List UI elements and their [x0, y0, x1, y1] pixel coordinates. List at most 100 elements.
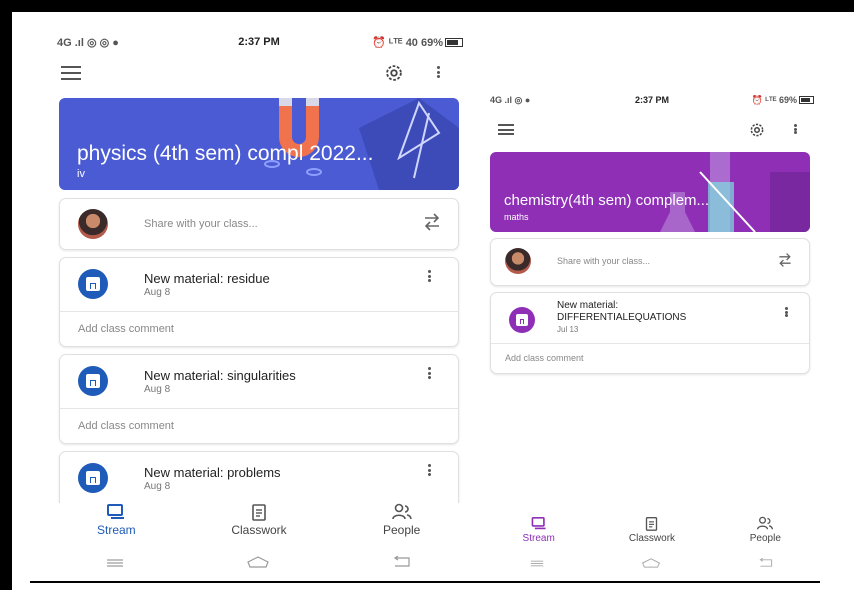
home-button[interactable]	[246, 555, 270, 573]
add-comment-link[interactable]: Add class comment	[505, 353, 584, 363]
swap-arrows-icon	[424, 213, 440, 231]
post-menu-button[interactable]	[428, 367, 431, 379]
add-comment-link[interactable]: Add class comment	[78, 323, 174, 335]
divider	[60, 311, 458, 312]
kebab-icon	[437, 66, 440, 78]
swap-arrows-icon	[779, 253, 791, 267]
frame-bottom-line	[30, 581, 820, 583]
class-section: maths	[504, 212, 529, 222]
material-post[interactable]: New material: DIFFERENTIALEQUATIONS Jul …	[490, 292, 810, 374]
nav-classwork-label: Classwork	[231, 523, 287, 537]
material-icon	[78, 366, 108, 396]
kebab-icon	[785, 307, 788, 317]
frame-left-border	[0, 0, 12, 590]
back-icon	[759, 557, 772, 567]
post-title-continued: DIFFERENTIALEQUATIONS	[557, 312, 687, 323]
hamburger-icon	[61, 66, 81, 80]
material-icon	[78, 269, 108, 299]
battery-icon	[799, 96, 814, 105]
nav-stream[interactable]: Stream	[45, 503, 188, 549]
settings-button[interactable]	[746, 119, 768, 141]
repost-button[interactable]	[422, 211, 442, 238]
post-date: Aug 8	[144, 481, 171, 492]
back-button[interactable]	[392, 555, 412, 573]
class-banner[interactable]: physics (4th sem) compl 2022... iv	[59, 98, 459, 190]
nav-people-label: People	[749, 533, 781, 544]
nav-stream-label: Stream	[96, 523, 136, 537]
app-bar	[482, 116, 822, 144]
menu-button[interactable]	[498, 124, 514, 135]
people-icon	[391, 503, 412, 520]
kebab-icon	[428, 464, 431, 476]
share-with-class-box[interactable]: Share with your class...	[59, 198, 459, 250]
recent-apps-button[interactable]	[106, 555, 124, 573]
post-date: Aug 8	[144, 384, 171, 395]
battery-icon	[445, 38, 463, 48]
post-date: Jul 13	[557, 325, 579, 334]
avatar	[505, 248, 531, 274]
post-menu-button[interactable]	[428, 270, 431, 282]
nav-stream-label: Stream	[522, 533, 555, 544]
post-title: New material: singularities	[144, 368, 296, 383]
kebab-icon	[428, 270, 431, 282]
home-icon	[642, 558, 660, 568]
menu-button[interactable]	[61, 66, 81, 80]
post-title: New material:	[557, 300, 619, 311]
physics-classroom-screen: 4G .ıl ◎ ◎ ● 2:37 PM ⏰ ᴸᵀᴱ 40 69% physic…	[45, 28, 473, 580]
classwork-icon	[646, 517, 658, 531]
material-icon	[78, 463, 108, 493]
magnet-illustration	[264, 98, 322, 176]
people-icon	[757, 516, 774, 530]
system-navigation-bar	[482, 554, 822, 574]
home-icon	[247, 556, 269, 568]
post-menu-button[interactable]	[428, 464, 431, 476]
class-banner[interactable]: chemistry(4th sem) complem... maths	[490, 152, 810, 232]
battery-indicators: ⏰ ᴸᵀᴱ 69%	[752, 95, 814, 106]
bottom-navigation: Stream Classwork People	[482, 516, 822, 552]
nav-stream[interactable]: Stream	[482, 516, 595, 552]
post-title: New material: residue	[144, 271, 270, 286]
gear-icon	[750, 123, 764, 137]
chemistry-classroom-screen: 4G .ıl ◎ ● 2:37 PM ⏰ ᴸᵀᴱ 69% chemistry(4…	[482, 88, 822, 580]
more-options-button[interactable]	[437, 66, 440, 78]
classwork-icon	[252, 504, 266, 521]
settings-button[interactable]	[381, 60, 407, 86]
class-section: iv	[77, 168, 85, 180]
class-title: physics (4th sem) compl 2022...	[77, 142, 374, 165]
bottom-navigation: Stream Classwork People	[45, 503, 473, 549]
nav-people-label: People	[382, 523, 421, 537]
status-bar: 4G .ıl ◎ ◎ ● 2:37 PM ⏰ ᴸᵀᴱ 40 69%	[45, 28, 473, 56]
frame-top-border	[0, 0, 854, 12]
kebab-icon	[794, 124, 797, 134]
back-button[interactable]	[758, 555, 774, 573]
nav-classwork[interactable]: Classwork	[595, 516, 708, 552]
gear-icon	[386, 65, 402, 81]
divider	[491, 343, 809, 344]
share-with-class-box[interactable]: Share with your class...	[490, 238, 810, 286]
kebab-icon	[428, 367, 431, 379]
status-bar: 4G .ıl ◎ ● 2:37 PM ⏰ ᴸᵀᴱ 69%	[482, 88, 822, 112]
nav-people[interactable]: People	[330, 503, 473, 549]
post-menu-button[interactable]	[785, 307, 788, 317]
system-navigation-bar	[45, 552, 473, 576]
post-title: New material: problems	[144, 465, 281, 480]
material-post[interactable]: New material: singularities Aug 8 Add cl…	[59, 354, 459, 444]
nav-classwork-label: Classwork	[628, 533, 676, 544]
material-post[interactable]: New material: residue Aug 8 Add class co…	[59, 257, 459, 347]
back-icon	[393, 555, 410, 567]
class-title: chemistry(4th sem) complem...	[504, 192, 710, 209]
add-comment-link[interactable]: Add class comment	[78, 420, 174, 432]
material-icon	[509, 307, 535, 333]
repost-button[interactable]	[777, 251, 793, 274]
nav-classwork[interactable]: Classwork	[188, 503, 331, 549]
recent-apps-button[interactable]	[530, 555, 544, 573]
recent-apps-icon	[531, 560, 544, 567]
post-date: Aug 8	[144, 287, 171, 298]
avatar	[78, 209, 108, 239]
stream-icon	[531, 516, 546, 530]
more-options-button[interactable]	[794, 124, 797, 134]
nav-people[interactable]: People	[709, 516, 822, 552]
home-button[interactable]	[641, 555, 661, 573]
divider	[60, 408, 458, 409]
share-placeholder: Share with your class...	[557, 256, 651, 266]
